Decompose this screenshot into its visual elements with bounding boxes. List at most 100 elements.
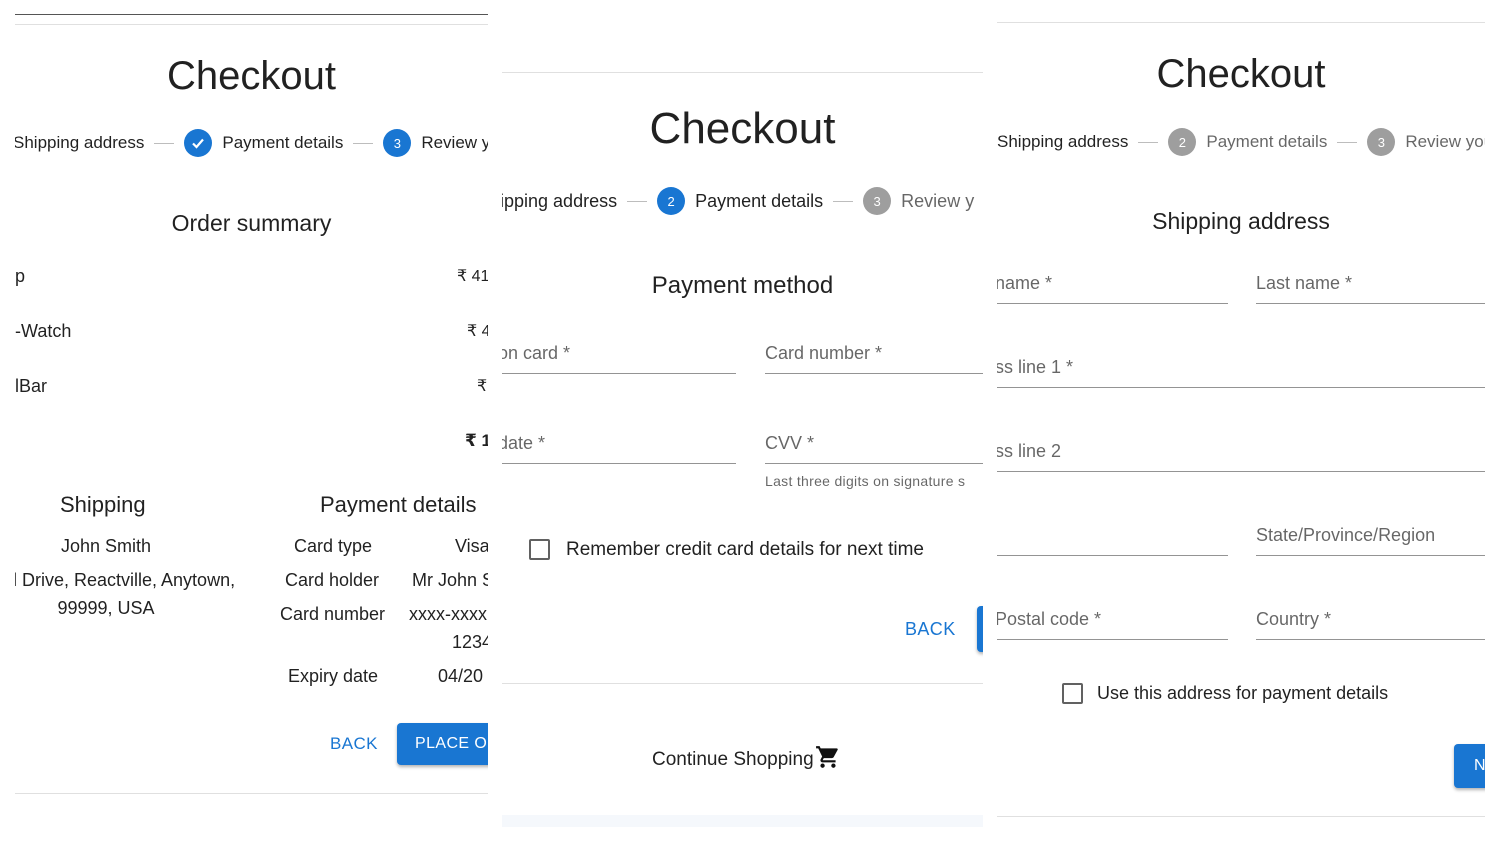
checkout-stepper: Shipping address 2 Payment details 3 Rev… — [997, 127, 1485, 157]
back-button[interactable]: BACK — [905, 619, 956, 640]
field-label: Country * — [1256, 609, 1332, 629]
page-title: Checkout — [649, 104, 836, 153]
step-label: Shipping address — [997, 132, 1129, 151]
field-label: ss line 1 * — [997, 357, 1074, 377]
step-label: Review your order — [421, 133, 488, 152]
step-number: 3 — [383, 129, 412, 157]
payment-value: 1234 — [452, 632, 488, 652]
step-number: 3 — [1367, 128, 1396, 156]
remember-card-checkbox[interactable] — [529, 539, 550, 560]
step-label: Payment details — [1206, 132, 1328, 151]
product-price: ₹ — [477, 378, 488, 395]
step-shipping-address: Shipping address — [997, 132, 1128, 152]
step-payment-details: 2 Payment details — [1168, 128, 1327, 156]
payment-label: Card holder — [285, 570, 380, 590]
use-address-label: Use this address for payment details — [1097, 683, 1389, 703]
top-divider — [997, 22, 1485, 23]
order-total: ₹ 1 — [465, 431, 488, 450]
step-label: ipping address — [502, 190, 618, 211]
field-label: date * — [502, 433, 546, 453]
step-review-order: 3 Review y — [863, 187, 974, 215]
cart-icon — [815, 744, 841, 776]
expiry-date-field[interactable]: date * — [502, 420, 736, 464]
checkout-stepper: ipping address 2 Payment details 3 Revie… — [502, 186, 974, 216]
product-price: ₹ 4 — [467, 323, 488, 340]
shipping-address-panel: Checkout Shipping address 2 Payment deta… — [997, 0, 1485, 843]
bottom-divider — [15, 793, 488, 794]
first-name-field[interactable]: name * — [997, 260, 1228, 304]
review-order-panel: Checkout Shipping address Payment detail… — [15, 0, 488, 843]
top-divider — [502, 72, 983, 73]
check-icon — [184, 129, 213, 157]
step-number: 2 — [657, 187, 686, 215]
payment-value: Visa — [455, 536, 488, 556]
use-address-checkbox[interactable] — [1062, 683, 1083, 704]
address-line-1-field[interactable]: ss line 1 * — [997, 344, 1485, 388]
field-label: State/Province/Region — [1256, 525, 1436, 545]
bottom-divider — [502, 683, 983, 684]
shipping-name: John Smith — [60, 536, 152, 556]
last-name-field[interactable]: Last name * — [1256, 260, 1485, 304]
next-button[interactable] — [977, 606, 983, 652]
step-review-order: 3 Review your — [1367, 128, 1485, 156]
page-title: Checkout — [1156, 52, 1326, 96]
product-price: ₹ 41 — [457, 268, 488, 285]
state-field[interactable]: State/Province/Region — [1256, 512, 1485, 556]
continue-shopping-link[interactable]: Continue Shopping — [652, 744, 841, 776]
step-connector — [353, 142, 374, 144]
product-name: -Watch — [15, 321, 72, 341]
product-name: lBar — [15, 376, 48, 396]
field-label: Postal code * — [997, 609, 1102, 629]
next-button[interactable]: N — [1454, 744, 1485, 788]
card-number-field[interactable]: Card number * — [765, 330, 983, 374]
step-payment-details: Payment details — [184, 129, 343, 157]
continue-shopping-label: Continue Shopping — [652, 749, 814, 770]
step-shipping-address: ipping address — [502, 191, 617, 212]
place-order-button[interactable]: PLACE OR — [397, 723, 488, 765]
step-payment-details: 2 Payment details — [657, 187, 823, 215]
step-shipping-address: Shipping address — [15, 133, 144, 153]
payment-value: xxxx-xxxx — [409, 604, 487, 624]
name-on-card-field[interactable]: on card * — [502, 330, 736, 374]
step-label: Shipping address — [15, 133, 145, 152]
payment-label: Card number — [280, 604, 386, 624]
country-field[interactable]: Country * — [1256, 596, 1485, 640]
payment-method-panel: Checkout ipping address 2 Payment detail… — [502, 0, 983, 843]
field-label: on card * — [502, 343, 571, 363]
field-label: Card number * — [765, 343, 883, 363]
payment-method-title: Payment method — [651, 272, 834, 299]
payment-label: Expiry date — [288, 666, 379, 686]
city-field[interactable] — [997, 512, 1228, 556]
step-number: 2 — [1168, 128, 1197, 156]
top-divider — [15, 14, 488, 15]
step-connector — [627, 200, 648, 202]
step-label: Review y — [901, 190, 975, 211]
step-review-order: 3 Review your order — [383, 129, 488, 157]
cvv-helper-text: Last three digits on signature s — [765, 473, 966, 489]
step-label: Payment details — [695, 190, 824, 211]
shipping-address-title: Shipping address — [1152, 208, 1330, 234]
step-label: Review your — [1405, 132, 1485, 151]
product-name: p — [15, 266, 26, 286]
step-number: 3 — [863, 187, 892, 215]
payment-details-title: Payment details — [320, 492, 477, 517]
cvv-field[interactable]: CVV * — [765, 420, 983, 464]
step-connector — [154, 142, 175, 144]
step-label: Payment details — [222, 133, 344, 152]
step-connector — [1337, 141, 1358, 143]
field-label: name * — [997, 273, 1053, 293]
back-button[interactable]: BACK — [330, 734, 378, 754]
address-line-2-field[interactable]: ss line 2 — [997, 428, 1485, 472]
step-connector — [1138, 141, 1159, 143]
payment-label: Card type — [294, 536, 373, 556]
shipping-title: Shipping — [60, 492, 146, 517]
order-summary-title: Order summary — [171, 210, 332, 236]
shipping-address-line: l Drive, Reactville, Anytown, — [15, 570, 236, 590]
payment-value: Mr John S — [412, 570, 488, 590]
payment-value: 04/20 — [438, 666, 484, 686]
top-divider-light — [15, 24, 488, 25]
postal-code-field[interactable]: Postal code * — [997, 596, 1228, 640]
bottom-divider — [997, 816, 1485, 817]
field-label: Last name * — [1256, 273, 1353, 293]
step-connector — [833, 200, 854, 202]
